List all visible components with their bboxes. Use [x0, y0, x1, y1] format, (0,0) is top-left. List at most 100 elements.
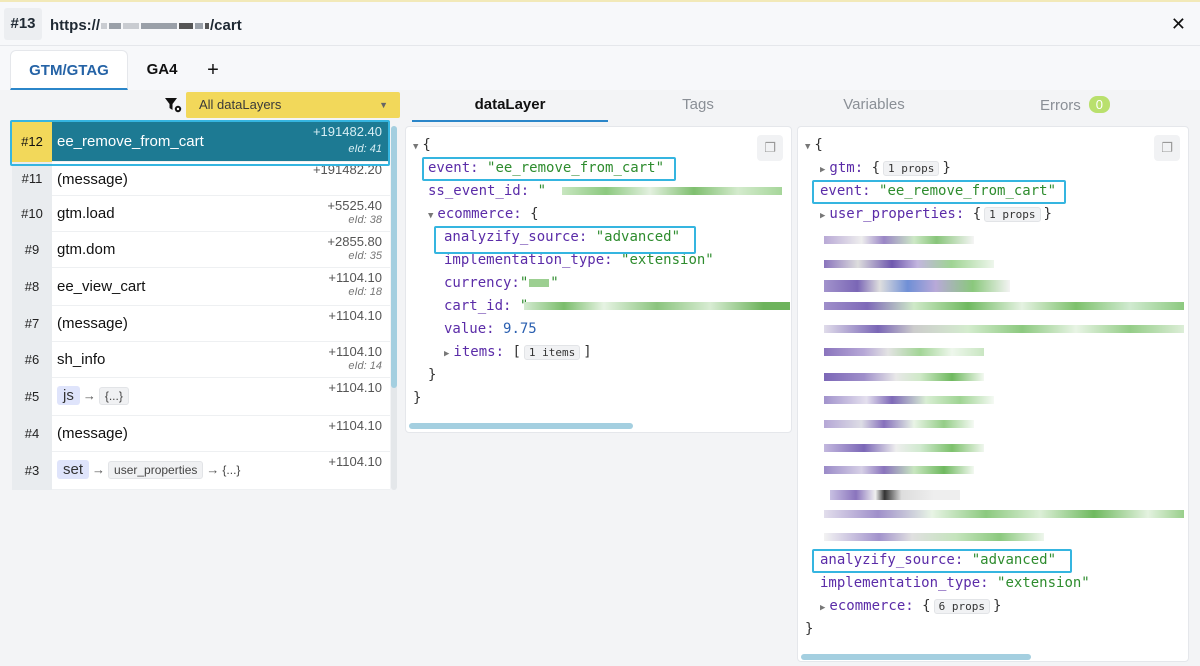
json-close-brace: } [428, 367, 437, 383]
props-count-chip: 1 props [984, 207, 1041, 222]
json-key: currency: [444, 275, 520, 291]
chevron-down-icon: ▼ [379, 100, 388, 110]
redacted-segment [205, 23, 209, 30]
command-set: set [57, 460, 90, 479]
event-number: #5 [12, 378, 52, 416]
event-row-7[interactable]: #7 (message) +1104.10 [12, 306, 390, 342]
event-command: set → user_properties → {...} [57, 460, 240, 479]
url-prefix: https:// [50, 17, 100, 34]
collapse-triangle-icon[interactable]: ▼ [805, 142, 810, 152]
event-list-scrollbar[interactable] [391, 126, 397, 388]
json-event: event: "ee_remove_from_cart" [428, 160, 664, 176]
redacted-segment [141, 23, 177, 30]
event-row-4[interactable]: #4 (message) +1104.10 [12, 416, 390, 452]
event-row-6[interactable]: #6 sh_info +1104.10 eId: 14 [12, 342, 390, 378]
expand-triangle-icon[interactable]: ▶ [820, 165, 825, 175]
tab-number: #13 [4, 8, 42, 40]
event-row-3[interactable]: #3 set → user_properties → {...} +1104.10 [12, 452, 390, 490]
json-value: "advanced" [595, 229, 681, 245]
items-count-chip: 1 items [523, 345, 581, 360]
expand-triangle-icon[interactable]: ▶ [444, 349, 449, 359]
datalayer-select[interactable]: All dataLayers ▼ [186, 92, 400, 118]
tab-bar: GTM/GTAG GA4 + [0, 46, 1200, 90]
tab-gtm-gtag[interactable]: GTM/GTAG [10, 50, 128, 90]
json-cart-id: cart_id: " [444, 298, 528, 314]
event-name: gtm.load [57, 205, 115, 222]
event-number: #9 [12, 232, 52, 268]
json-value: "ee_remove_from_cart" [487, 160, 665, 176]
event-number: #10 [12, 196, 52, 232]
event-time: +1104.10 [328, 418, 382, 433]
expand-triangle-icon[interactable]: ▶ [820, 603, 825, 613]
json-close-brace: } [413, 390, 422, 406]
event-time: +1104.10 [328, 308, 382, 323]
redacted-segment [109, 23, 121, 30]
event-time: +1104.10 [328, 454, 382, 469]
json-key: implementation_type: [444, 252, 613, 268]
event-time: +1104.10 [328, 344, 382, 359]
event-time: +2855.80 [327, 234, 382, 249]
event-name: sh_info [57, 351, 106, 368]
event-row-12[interactable]: #12 ee_remove_from_cart +191482.40 eId: … [12, 122, 390, 162]
json-event: event: "ee_remove_from_cart" [820, 183, 1056, 199]
event-row-8[interactable]: #8 ee_view_cart +1104.10 eId: 18 [12, 268, 390, 306]
json-analyzify-source: analyzify_source: "advanced" [444, 229, 680, 245]
event-row-11[interactable]: #11 (message) +191482.20 [12, 162, 390, 196]
redacted-segment [101, 23, 107, 30]
json-user-properties: ▶ user_properties: {1 props} [820, 206, 1052, 222]
event-row-9[interactable]: #9 gtm.dom +2855.80 eId: 35 [12, 232, 390, 268]
datalayer-hscrollbar[interactable] [409, 423, 633, 429]
event-eid: eId: 38 [348, 214, 382, 226]
json-value: "ee_remove_from_cart" [879, 183, 1057, 199]
copy-icon[interactable]: ❐ [1154, 135, 1180, 161]
tab-variables[interactable]: Variables [818, 96, 930, 122]
event-time: +1104.10 [328, 380, 382, 395]
event-eid: eId: 14 [348, 360, 382, 372]
arrow-right-icon: → [206, 462, 220, 477]
event-row-10[interactable]: #10 gtm.load +5525.40 eId: 38 [12, 196, 390, 232]
redacted-segment [123, 23, 139, 30]
redacted-value [562, 187, 782, 195]
add-tab-button[interactable]: + [198, 50, 228, 90]
event-number: #6 [12, 342, 52, 378]
event-number: #8 [12, 268, 52, 306]
event-number: #7 [12, 306, 52, 342]
event-time: +5525.40 [327, 198, 382, 213]
redacted-segment [179, 23, 193, 30]
filter-settings-icon[interactable] [164, 96, 182, 119]
json-key: gtm: [829, 160, 864, 176]
title-bar: #13 https:// /cart ✕ [0, 0, 1200, 46]
event-name: gtm.dom [57, 241, 116, 258]
json-close-brace: } [805, 621, 814, 637]
datalayer-select-value: All dataLayers [199, 97, 282, 112]
json-key: ecommerce: [829, 598, 914, 614]
model-state-hscrollbar[interactable] [801, 654, 1031, 660]
event-time: +1104.10 [328, 270, 382, 285]
json-key: implementation_type: [820, 575, 989, 591]
url-suffix: /cart [210, 17, 242, 34]
page-url: https:// /cart [50, 17, 242, 34]
close-icon[interactable]: ✕ [1171, 14, 1186, 35]
json-implementation-type: implementation_type: "extension" [820, 575, 1090, 591]
json-key: analyzify_source: [820, 552, 964, 568]
redacted-value [529, 279, 550, 287]
json-key: items: [453, 344, 504, 360]
event-number: #12 [12, 122, 52, 162]
json-key: ss_event_id: [428, 183, 530, 199]
collapse-triangle-icon[interactable]: ▼ [413, 142, 418, 152]
json-brace: { [530, 206, 539, 222]
json-key: event: [428, 160, 479, 176]
tab-tags[interactable]: Tags [640, 96, 756, 122]
json-ecommerce: ▼ ecommerce: { [428, 206, 539, 222]
collapse-triangle-icon[interactable]: ▼ [428, 211, 433, 221]
tab-datalayer[interactable]: dataLayer [412, 96, 608, 122]
tab-errors[interactable]: Errors 0 [1020, 96, 1130, 122]
arrow-right-icon: → [92, 462, 106, 477]
tab-ga4[interactable]: GA4 [136, 50, 188, 90]
event-row-5[interactable]: #5 js → {...} +1104.10 [12, 378, 390, 416]
json-key: cart_id: [444, 298, 512, 314]
copy-icon[interactable]: ❐ [757, 135, 783, 161]
event-time: +191482.20 [312, 162, 382, 177]
expand-triangle-icon[interactable]: ▶ [820, 211, 825, 221]
json-currency: currency:" " [444, 275, 559, 291]
